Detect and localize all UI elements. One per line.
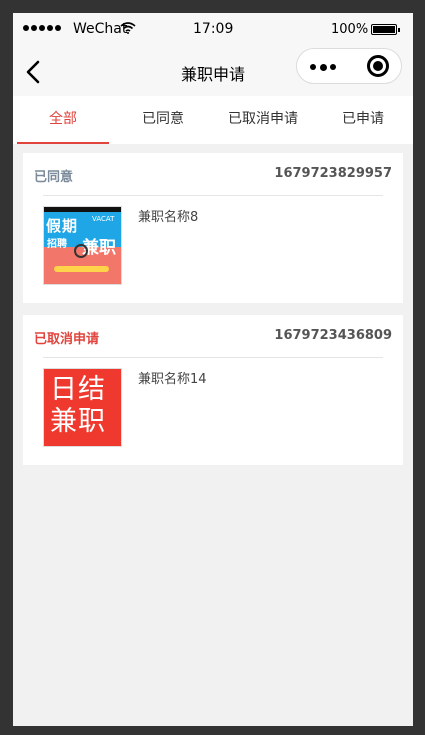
tab-approved[interactable]: 已同意 — [113, 96, 213, 144]
job-name[interactable]: 兼职名称14 — [138, 368, 207, 387]
wifi-icon — [120, 22, 136, 38]
navigation-bar: 兼职申请 — [13, 47, 413, 96]
status-bar: WeChat 17:09 100% — [13, 13, 413, 47]
application-id: 1679723829957 — [274, 166, 392, 181]
card-header: 已取消申请 1679723436809 — [23, 315, 403, 357]
signal-strength-icon — [23, 25, 61, 31]
job-thumbnail[interactable]: 假期 VACAT 招聘 兼职 — [43, 206, 122, 285]
tab-all[interactable]: 全部 — [13, 96, 113, 144]
application-filter-tabs: 全部 已同意 已取消申请 已申请 — [13, 96, 413, 144]
close-mini-program-icon[interactable] — [349, 49, 401, 83]
tab-applied[interactable]: 已申请 — [313, 96, 413, 144]
daily-pay-job-banner-image: 日结 兼职 — [44, 369, 121, 446]
job-name[interactable]: 兼职名称8 — [138, 206, 198, 225]
application-status: 已取消申请 — [34, 332, 100, 347]
card-header: 已同意 1679723829957 — [23, 153, 403, 195]
magnifier-icon — [74, 244, 88, 258]
application-status: 已同意 — [34, 170, 74, 185]
divider — [43, 195, 383, 196]
battery-percentage: 100% — [331, 22, 369, 37]
clock-time: 17:09 — [193, 21, 234, 37]
mini-program-capsule — [296, 48, 402, 84]
application-card[interactable]: 已同意 1679723829957 假期 VACAT 招聘 兼职 兼职名称8 — [23, 153, 403, 303]
tab-cancelled[interactable]: 已取消申请 — [213, 96, 313, 144]
divider — [43, 357, 383, 358]
more-options-icon[interactable] — [297, 49, 350, 83]
phone-screen: WeChat 17:09 100% 兼职申请 全部 已同意 已取消申请 已申请 … — [13, 13, 413, 726]
job-thumbnail[interactable]: 日结 兼职 — [43, 368, 122, 447]
application-card[interactable]: 已取消申请 1679723436809 日结 兼职 兼职名称14 — [23, 315, 403, 465]
holiday-job-poster-image: 假期 VACAT 招聘 兼职 — [44, 207, 121, 284]
application-id: 1679723436809 — [274, 328, 392, 343]
battery-icon — [371, 24, 400, 35]
